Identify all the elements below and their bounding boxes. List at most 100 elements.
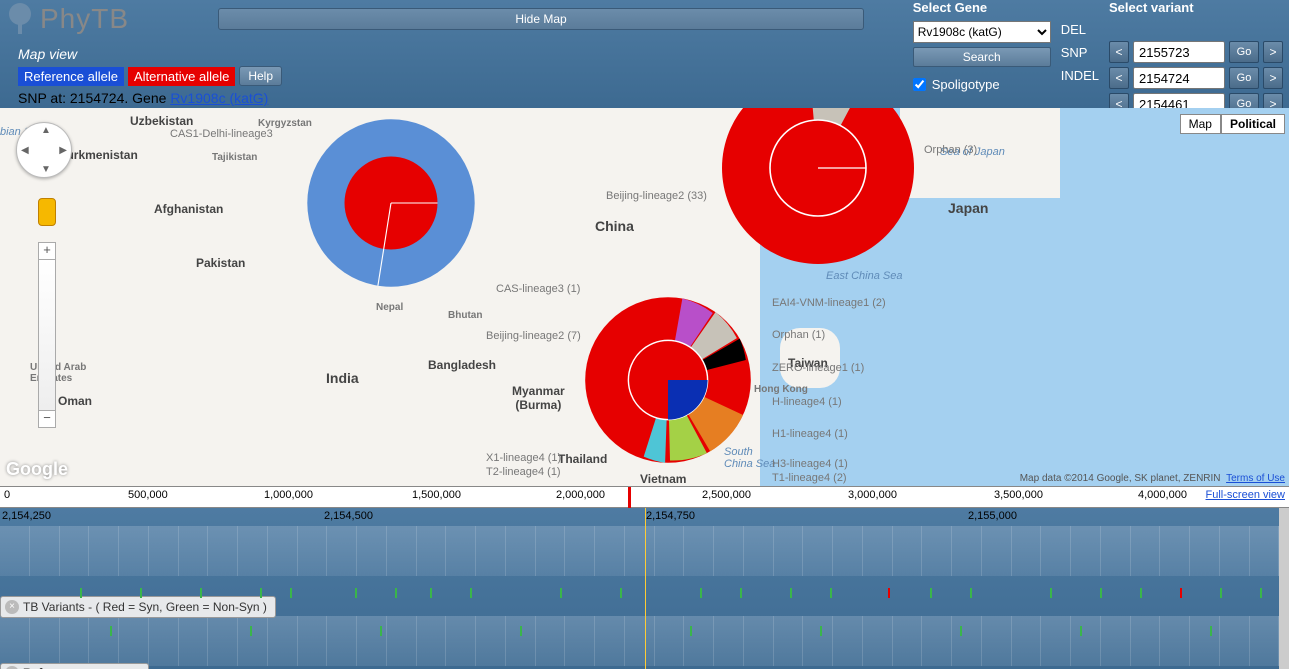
map-type-toggle: Map Political: [1180, 114, 1285, 134]
app-name: PhyTB: [40, 3, 129, 35]
ann-h3: H3-lineage4 (1): [772, 458, 848, 470]
pan-right-icon[interactable]: ▶: [59, 145, 67, 156]
country-myanmar: Myanmar (Burma): [512, 384, 565, 412]
hide-map-button[interactable]: Hide Map: [218, 8, 864, 30]
snp-prev-button[interactable]: <: [1109, 67, 1129, 89]
track-variants-label: TB Variants - ( Red = Syn, Green = Non-S…: [23, 600, 267, 614]
genome-track[interactable]: 2,154,250 2,154,500 2,154,750 2,155,000 …: [0, 508, 1289, 669]
ann-h1: H1-lineage4 (1): [772, 428, 848, 440]
del-prev-button[interactable]: <: [1109, 41, 1129, 63]
map-area[interactable]: Uzbekistan Kyrgyzstan Turkmenistan Tajik…: [0, 108, 1289, 486]
vertical-scrollbar[interactable]: [1279, 508, 1289, 669]
type-labels: DEL SNP INDEL: [1061, 0, 1099, 115]
ann-t2: T2-lineage4 (1): [486, 466, 561, 478]
close-icon[interactable]: ×: [5, 600, 19, 614]
country-vietnam: Vietnam: [640, 472, 686, 486]
donut-chart-3[interactable]: [578, 290, 758, 470]
sequence-bars-top: [0, 526, 1279, 576]
google-logo: Google: [6, 459, 68, 480]
zoom-slider[interactable]: [38, 260, 56, 410]
zoom-tick: 2,154,500: [324, 510, 373, 522]
reference-allele-legend: Reference allele: [18, 67, 124, 86]
spoligotype-checkbox[interactable]: [913, 78, 926, 91]
ruler-tick: 2,500,000: [702, 489, 751, 501]
country-india: India: [326, 370, 359, 386]
track-refseq[interactable]: × Reference sequence: [0, 663, 149, 669]
label-indel: INDEL: [1061, 68, 1099, 83]
fullscreen-link[interactable]: Full-screen view: [1206, 489, 1285, 501]
donut-chart-1[interactable]: [298, 110, 484, 296]
country-uzbekistan: Uzbekistan: [130, 114, 193, 128]
alternative-allele-legend: Alternative allele: [128, 67, 235, 86]
tree-icon: [6, 2, 34, 36]
pan-left-icon[interactable]: ◀: [21, 145, 29, 156]
zoom-tick: 2,155,000: [968, 510, 1017, 522]
spoligotype-label: Spoligotype: [932, 77, 1000, 92]
del-next-button[interactable]: >: [1263, 41, 1283, 63]
ann-eai4: EAI4-VNM-lineage1 (2): [772, 297, 886, 309]
country-bhutan: Bhutan: [448, 310, 482, 321]
water-eastchina: East China Sea: [826, 270, 902, 282]
ann-cas1: CAS1-Delhi-lineage3: [170, 128, 273, 140]
ann-h4: H-lineage4 (1): [772, 396, 842, 408]
map-type-map[interactable]: Map: [1180, 114, 1221, 134]
map-pan-zoom-controls: ▲ ▼ ◀ ▶: [16, 122, 72, 178]
gene-link[interactable]: Rv1908c (katG): [170, 90, 268, 106]
country-oman: Oman: [58, 394, 92, 408]
country-hongkong: Hong Kong: [754, 384, 808, 395]
pan-up-icon[interactable]: ▲: [41, 125, 51, 136]
terms-link[interactable]: Terms of Use: [1226, 473, 1285, 484]
ann-orphan3: Orphan (3): [924, 144, 977, 156]
ann-zero: ZERO-lineage1 (1): [772, 362, 864, 374]
map-attribution: Map data ©2014 Google, SK planet, ZENRIN…: [1020, 473, 1285, 484]
variant-block: Select variant < Go > < Go > < Go: [1109, 0, 1283, 115]
spoligotype-row[interactable]: Spoligotype: [913, 77, 1051, 92]
track-tb-variants[interactable]: × TB Variants - ( Red = Syn, Green = Non…: [0, 596, 276, 618]
map-type-political[interactable]: Political: [1221, 114, 1285, 134]
search-button[interactable]: Search: [913, 47, 1051, 67]
ann-x1: X1-lineage4 (1): [486, 452, 561, 464]
ann-beijing7: Beijing-lineage2 (7): [486, 330, 581, 342]
label-snp: SNP: [1061, 45, 1099, 60]
donut-chart-2[interactable]: [718, 108, 918, 268]
snp-text: SNP at: 2154724. Gene: [18, 90, 170, 106]
genome-ruler[interactable]: 0 500,000 1,000,000 1,500,000 2,000,000 …: [0, 486, 1289, 508]
legend-row: Reference allele Alternative allele Help: [18, 66, 282, 86]
sequence-bars-bottom: [0, 616, 1279, 664]
ann-beijing33: Beijing-lineage2 (33): [606, 190, 707, 202]
pan-control[interactable]: ▲ ▼ ◀ ▶: [16, 122, 72, 178]
header-bar: PhyTB Map view Hide Map Reference allele…: [0, 0, 1289, 108]
del-go-button[interactable]: Go: [1229, 41, 1259, 63]
ruler-tick: 500,000: [128, 489, 168, 501]
ruler-tick: 3,000,000: [848, 489, 897, 501]
select-gene-title: Select Gene: [913, 0, 1051, 15]
snp-next-button[interactable]: >: [1263, 67, 1283, 89]
ann-cas3: CAS-lineage3 (1): [496, 283, 580, 295]
zoom-out-button[interactable]: −: [38, 410, 56, 428]
country-pakistan: Pakistan: [196, 256, 245, 270]
help-button[interactable]: Help: [239, 66, 282, 86]
country-china: China: [595, 218, 634, 234]
del-input[interactable]: [1133, 41, 1225, 63]
position-line: [645, 508, 646, 669]
country-nepal: Nepal: [376, 302, 403, 313]
ann-orphan1: Orphan (1): [772, 329, 825, 341]
country-bangladesh: Bangladesh: [428, 358, 496, 372]
variant-row-del: < Go >: [1109, 41, 1283, 63]
right-controls: Select Gene Rv1908c (katG) Search Spolig…: [913, 0, 1283, 115]
pegman-icon[interactable]: [38, 198, 56, 226]
select-variant-title: Select variant: [1109, 0, 1283, 15]
country-japan: Japan: [948, 200, 988, 216]
ann-t1: T1-lineage4 (2): [772, 472, 847, 484]
ruler-position-marker[interactable]: [628, 487, 631, 509]
snp-go-button[interactable]: Go: [1229, 67, 1259, 89]
variant-row-snp: < Go >: [1109, 67, 1283, 89]
snp-input[interactable]: [1133, 67, 1225, 89]
gene-select[interactable]: Rv1908c (katG): [913, 21, 1051, 43]
view-label: Map view: [18, 46, 77, 62]
country-afghanistan: Afghanistan: [154, 202, 223, 216]
zoom-in-button[interactable]: +: [38, 242, 56, 260]
pan-down-icon[interactable]: ▼: [41, 164, 51, 175]
gene-block: Select Gene Rv1908c (katG) Search Spolig…: [913, 0, 1051, 115]
ruler-tick: 1,000,000: [264, 489, 313, 501]
